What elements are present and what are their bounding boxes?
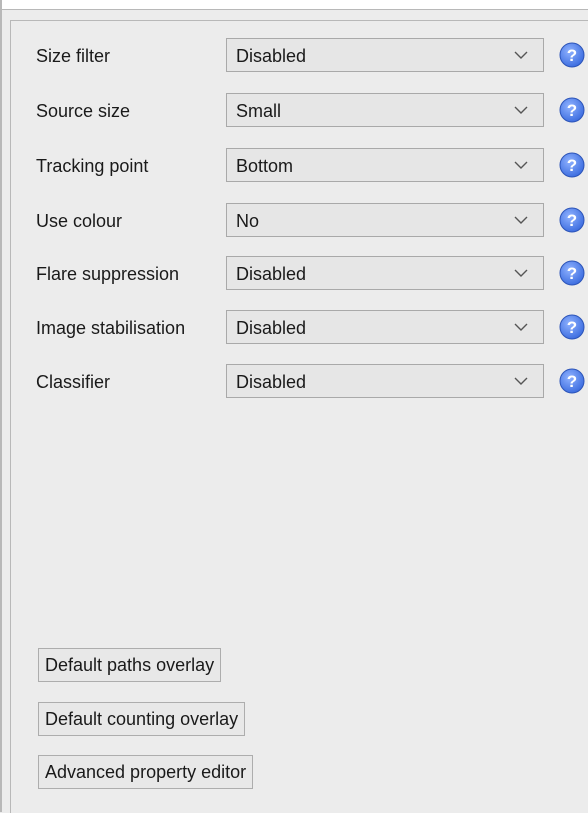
settings-panel xyxy=(10,20,588,813)
svg-text:?: ? xyxy=(567,372,577,391)
setting-label: Classifier xyxy=(36,372,111,392)
select-value: Bottom xyxy=(236,156,294,176)
select-value: Disabled xyxy=(236,46,307,66)
chevron-down-icon xyxy=(514,161,528,169)
setting-row-flare-suppression: Flare suppression Disabled ? xyxy=(36,256,585,292)
advanced-property-editor-button[interactable]: Advanced property editor xyxy=(38,755,254,789)
setting-label: Use colour xyxy=(36,211,123,231)
help-icon[interactable]: ? xyxy=(558,367,586,395)
svg-text:?: ? xyxy=(567,264,577,283)
setting-label: Flare suppression xyxy=(36,264,180,284)
select-value: Disabled xyxy=(236,264,307,284)
chevron-down-icon xyxy=(514,323,528,331)
setting-row-tracking-point: Tracking point Bottom ? xyxy=(36,148,585,184)
setting-label: Source size xyxy=(36,101,131,121)
select-value: Disabled xyxy=(236,372,307,392)
help-icon[interactable]: ? xyxy=(558,41,586,69)
help-icon[interactable]: ? xyxy=(558,206,586,234)
svg-text:?: ? xyxy=(567,211,577,230)
setting-row-use-colour: Use colour No ? xyxy=(36,203,585,239)
tracking-point-select[interactable]: Bottom xyxy=(226,148,544,182)
source-size-select[interactable]: Small xyxy=(226,93,544,127)
chevron-down-icon xyxy=(514,216,528,224)
chevron-down-icon xyxy=(514,269,528,277)
svg-text:?: ? xyxy=(567,156,577,175)
setting-row-image-stabilisation: Image stabilisation Disabled ? xyxy=(36,310,585,346)
default-counting-overlay-button[interactable]: Default counting overlay xyxy=(38,702,246,736)
setting-label: Image stabilisation xyxy=(36,318,186,338)
help-icon[interactable]: ? xyxy=(558,151,586,179)
help-icon[interactable]: ? xyxy=(558,96,586,124)
setting-label: Tracking point xyxy=(36,156,149,176)
default-paths-overlay-button[interactable]: Default paths overlay xyxy=(38,648,222,682)
window-top-edge xyxy=(0,0,588,10)
svg-text:?: ? xyxy=(567,101,577,120)
select-value: Disabled xyxy=(236,318,307,338)
svg-text:?: ? xyxy=(567,318,577,337)
svg-text:?: ? xyxy=(567,46,577,65)
setting-label: Size filter xyxy=(36,46,111,66)
image-stabilisation-select[interactable]: Disabled xyxy=(226,310,544,344)
help-icon[interactable]: ? xyxy=(558,259,586,287)
use-colour-select[interactable]: No xyxy=(226,203,544,237)
classifier-select[interactable]: Disabled xyxy=(226,364,544,398)
chevron-down-icon xyxy=(514,377,528,385)
help-icon[interactable]: ? xyxy=(558,313,586,341)
select-value: No xyxy=(236,211,260,231)
flare-suppression-select[interactable]: Disabled xyxy=(226,256,544,290)
window-left-edge xyxy=(0,0,2,812)
chevron-down-icon xyxy=(514,106,528,114)
setting-row-size-filter: Size filter Disabled ? xyxy=(36,38,585,74)
setting-row-classifier: Classifier Disabled ? xyxy=(36,364,585,400)
chevron-down-icon xyxy=(514,51,528,59)
size-filter-select[interactable]: Disabled xyxy=(226,38,544,72)
setting-row-source-size: Source size Small ? xyxy=(36,93,585,129)
select-value: Small xyxy=(236,101,282,121)
